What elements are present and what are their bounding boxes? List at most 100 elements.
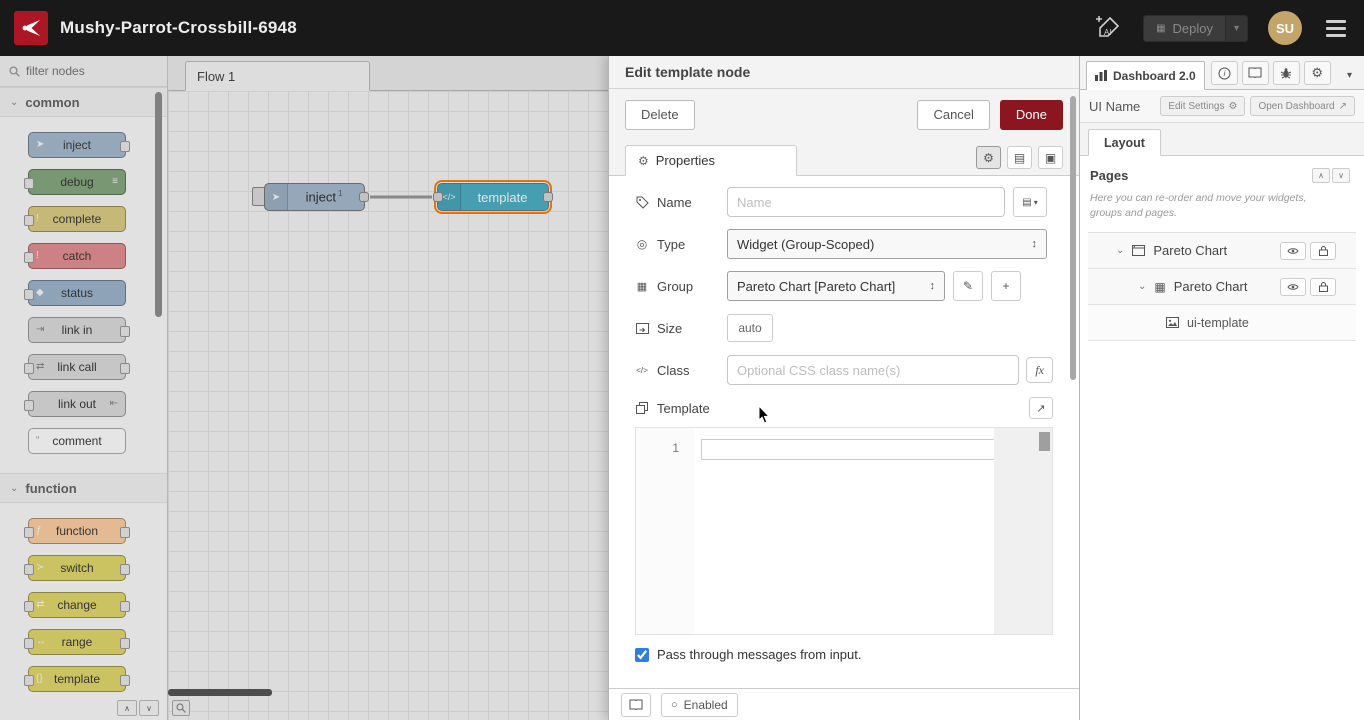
type-select[interactable]: Widget (Group-Scoped) ↕ [727,229,1047,259]
palette-node-label: change [57,598,96,612]
lock-button[interactable] [1310,278,1336,296]
gear-icon: ⚙ [983,151,994,165]
node-palette: ⌄ common ➤ inject ≡ debug ! complete ! c… [0,56,168,720]
tree-row-page[interactable]: ⌄ Pareto Chart [1088,233,1356,269]
open-dashboard-button[interactable]: Open Dashboard ↗ [1250,96,1355,116]
tag-icon [635,196,649,209]
group-field-label: Group [657,279,693,294]
collapse-all-button[interactable]: ∧ [1312,168,1330,183]
tray-scrollbar[interactable] [1070,96,1076,380]
eye-icon [1287,247,1299,255]
info-button[interactable]: i [1211,61,1238,85]
output-port[interactable] [359,192,369,202]
deploy-button[interactable]: ▦ Deploy ▾ [1143,15,1248,42]
canvas-search-button[interactable] [172,700,190,716]
palette-collapse-up-button[interactable]: ∧ [117,700,137,716]
change-arrows-icon: ⇄ [36,600,44,610]
group-select[interactable]: Pareto Chart [Pareto Chart] ↕ [727,271,945,301]
ai-assistant-icon[interactable]: AI [1093,13,1123,43]
passthrough-checkbox[interactable] [635,648,649,662]
size-auto-button[interactable]: auto [727,314,773,342]
editor-scrollbar-thumb[interactable] [1039,432,1050,451]
bar-chart-icon [1095,70,1107,81]
lock-button[interactable] [1310,242,1336,260]
enabled-label: Enabled [684,698,728,712]
flow-node-inject[interactable]: ➤ inject1 [264,183,365,211]
node-help-button[interactable] [621,693,651,717]
tab-properties[interactable]: ⚙ Properties [625,145,797,176]
canvas-horizontal-scrollbar[interactable] [168,689,272,696]
flow-node-label: template [461,190,548,205]
expand-all-button[interactable]: ∨ [1332,168,1350,183]
tray-form: Name ▤ ▾ ◎ Type Widget (Group-Scoped) ↕ … [609,176,1079,688]
avatar[interactable]: SU [1268,11,1302,45]
palette-node-link-in[interactable]: ⇥ link in [28,317,126,343]
palette-node-switch[interactable]: ≻ switch [28,555,126,581]
palette-node-function[interactable]: ƒ function [28,518,126,544]
tab-flow-1[interactable]: Flow 1 [185,61,370,91]
template-field-label: Template [657,401,710,416]
main-menu-button[interactable] [1322,16,1350,41]
dashboard-tab-label: Dashboard 2.0 [1113,69,1196,83]
tab-dashboard-2[interactable]: Dashboard 2.0 [1086,61,1205,90]
name-field-label: Name [657,195,692,210]
config-gear-button[interactable]: ⚙ [1304,61,1331,85]
edit-node-tray: Edit template node Delete Cancel Done ⚙ … [608,56,1079,720]
palette-search[interactable] [0,56,167,87]
node-badge: 1 [338,189,342,198]
name-input[interactable] [727,187,1005,217]
palette-node-debug[interactable]: ≡ debug [28,169,126,195]
tab-layout[interactable]: Layout [1088,129,1161,156]
input-port[interactable] [433,192,443,202]
flow-node-template-selected[interactable]: </> template [437,183,549,211]
tree-row-group[interactable]: ⌄ ▦ Pareto Chart [1088,269,1356,305]
node-appearance-button[interactable]: ▣ [1038,146,1063,169]
node-enabled-toggle[interactable]: ○ Enabled [661,693,738,717]
palette-node-range[interactable]: ↔ range [28,629,126,655]
palette-node-change[interactable]: ⇄ change [28,592,126,618]
palette-node-label: complete [53,212,102,226]
palette-section-common[interactable]: ⌄ common [0,87,167,117]
palette-collapse-down-button[interactable]: ∨ [139,700,159,716]
help-book-button[interactable] [1242,61,1269,85]
palette-node-comment[interactable]: “ comment [28,428,126,454]
circle-toggle-icon: ○ [671,699,678,711]
debug-button[interactable] [1273,61,1300,85]
edit-group-button[interactable]: ✎ [953,271,983,301]
expand-editor-button[interactable]: ↗ [1029,397,1053,419]
visibility-button[interactable] [1280,278,1306,296]
class-input[interactable] [727,355,1019,385]
palette-node-link-call[interactable]: ⇄ link call [28,354,126,380]
output-port[interactable] [543,192,553,202]
palette-scrollbar[interactable] [155,92,162,317]
node-properties-button[interactable]: ⚙ [976,146,1001,169]
expression-fx-button[interactable]: fx [1026,357,1053,383]
tree-row-widget[interactable]: ui-template [1088,305,1356,341]
palette-node-status[interactable]: ◆ status [28,280,126,306]
class-field-label: Class [657,363,690,378]
add-group-button[interactable]: + [991,271,1021,301]
deploy-options-caret[interactable]: ▾ [1225,16,1247,41]
label-options-button[interactable]: ▤ ▾ [1013,187,1047,217]
palette-node-inject[interactable]: ➤ inject [28,132,126,158]
template-code-editor[interactable]: 1 [635,427,1053,635]
palette-filter-input[interactable] [26,64,136,78]
done-button[interactable]: Done [1000,100,1063,130]
edit-settings-button[interactable]: Edit Settings ⚙ [1160,96,1245,116]
palette-node-complete[interactable]: ! complete [28,206,126,232]
delete-button[interactable]: Delete [625,100,695,130]
palette-node-link-out[interactable]: ⇤ link out [28,391,126,417]
chevron-down-icon: ⌄ [10,97,18,108]
visibility-button[interactable] [1280,242,1306,260]
sidebar-options-caret[interactable]: ▾ [1341,70,1358,81]
editor-active-line[interactable] [701,439,999,460]
cancel-button[interactable]: Cancel [917,100,989,130]
node-description-button[interactable]: ▤ [1007,146,1032,169]
palette-section-function[interactable]: ⌄ function [0,473,167,503]
gear-icon: ⚙ [1311,65,1323,81]
palette-node-catch[interactable]: ! catch [28,243,126,269]
node-red-logo-icon [14,11,48,45]
tray-footer: ○ Enabled [609,688,1079,720]
palette-node-template[interactable]: {} template [28,666,126,692]
page-title: Mushy-Parrot-Crossbill-6948 [60,18,297,38]
